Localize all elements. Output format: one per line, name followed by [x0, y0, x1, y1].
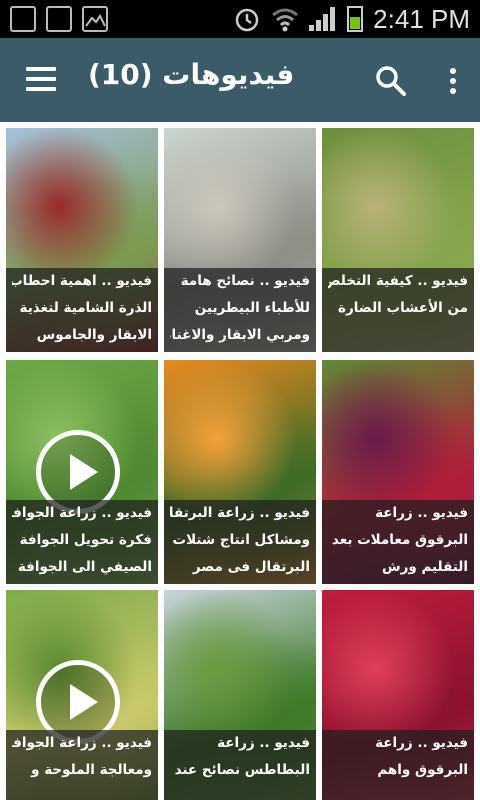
video-caption: فيديو .. اهمية احطاب الذرة الشامية لتغذية…: [6, 268, 158, 352]
caption-line: البرتقال فى مصر: [192, 559, 310, 575]
caption-line: للأطباء البيطريين: [194, 300, 310, 316]
video-caption: فيديو .. زراعة البرتقال ومشاكل انتاج شتلا…: [164, 500, 316, 584]
clock: 2:41 PM: [373, 3, 470, 34]
notification-icons: [10, 6, 108, 32]
search-icon[interactable]: [374, 64, 408, 98]
video-tile[interactable]: فيديو .. زراعة البرقوق واهم: [322, 590, 474, 800]
caption-line: الصيفي الى الجوافة: [17, 559, 152, 575]
caption-line: البرقوق واهم: [377, 762, 468, 778]
caption-line: الابقار والجاموس: [36, 327, 152, 343]
hamburger-menu-icon[interactable]: [26, 67, 56, 91]
video-caption: فيديو .. زراعة الجوافة فكرة تحويل الجوافة…: [6, 500, 158, 584]
caption-line: ومعالجة الملوحة و: [31, 762, 152, 778]
app-bar: فيديوهات (10): [0, 38, 480, 122]
caption-line: الذرة الشامية لتغذية: [19, 300, 152, 316]
signal-icon: [309, 7, 337, 31]
caption-line: البرقوق معاملات بعد: [331, 532, 468, 548]
caption-line: فيديو .. زراعة الجوافة: [12, 735, 152, 751]
video-grid: فيديو .. كيفية التخلص من الأعشاب الضارة في…: [0, 122, 480, 800]
video-caption: فيديو .. زراعة البرقوق معاملات بعد التقليم…: [322, 500, 474, 584]
video-tile[interactable]: فيديو .. زراعة الجوافة فكرة تحويل الجوافة…: [6, 360, 158, 584]
caption-line: فيديو .. زراعة: [217, 735, 310, 751]
sd-card-icon: [46, 6, 72, 32]
caption-line: فيديو .. زراعة الجوافة: [12, 505, 152, 521]
video-caption: فيديو .. زراعة الجوافة ومعالجة الملوحة و: [6, 730, 158, 800]
caption-line: فيديو .. نصائح هامة: [180, 273, 310, 289]
wifi-icon: [272, 8, 299, 32]
caption-line: فيديو .. اهمية احطاب: [12, 273, 152, 289]
video-tile[interactable]: فيديو .. زراعة الجوافة ومعالجة الملوحة و: [6, 590, 158, 800]
video-tile[interactable]: فيديو .. كيفية التخلص من الأعشاب الضارة: [322, 128, 474, 352]
system-icons: 2:41 PM: [233, 0, 470, 38]
caption-line: ومشاكل انتاج شتلات: [172, 532, 310, 548]
caption-line: التقليم ورش: [381, 559, 468, 575]
video-caption: فيديو .. زراعة البرقوق واهم: [322, 730, 474, 800]
image-icon: [82, 6, 108, 32]
caption-line: فيديو .. زراعة: [375, 735, 468, 751]
alarm-icon: [235, 8, 259, 32]
caption-line: فكرة تحويل الجوافة: [19, 532, 152, 548]
video-tile[interactable]: فيديو .. زراعة البرتقال ومشاكل انتاج شتلا…: [164, 360, 316, 584]
video-caption: فيديو .. زراعة البطاطس نصائح عند: [164, 730, 316, 800]
video-tile[interactable]: فيديو .. نصائح هامة للأطباء البيطريين ومرب…: [164, 128, 316, 352]
caption-line: البطاطس نصائح عند: [174, 762, 310, 778]
video-tile[interactable]: فيديو .. زراعة البرقوق معاملات بعد التقليم…: [322, 360, 474, 584]
caption-line: ومربي الابقار والاغنام: [170, 327, 310, 343]
page-title: فيديوهات (10): [88, 58, 295, 91]
caption-line: فيديو .. كيفية التخلص: [328, 273, 468, 289]
battery-icon: [347, 6, 364, 32]
more-vert-icon[interactable]: [443, 66, 463, 96]
video-tile[interactable]: فيديو .. زراعة البطاطس نصائح عند: [164, 590, 316, 800]
video-caption: فيديو .. كيفية التخلص من الأعشاب الضارة: [322, 268, 474, 352]
status-bar: 2:41 PM: [0, 0, 480, 38]
caption-line: فيديو .. زراعة البرتقال: [170, 505, 310, 521]
sd-card-icon: [10, 6, 36, 32]
caption-line: من الأعشاب الضارة: [338, 300, 468, 316]
caption-line: فيديو .. زراعة: [375, 505, 468, 521]
video-caption: فيديو .. نصائح هامة للأطباء البيطريين ومرب…: [164, 268, 316, 352]
video-tile[interactable]: فيديو .. اهمية احطاب الذرة الشامية لتغذية…: [6, 128, 158, 352]
